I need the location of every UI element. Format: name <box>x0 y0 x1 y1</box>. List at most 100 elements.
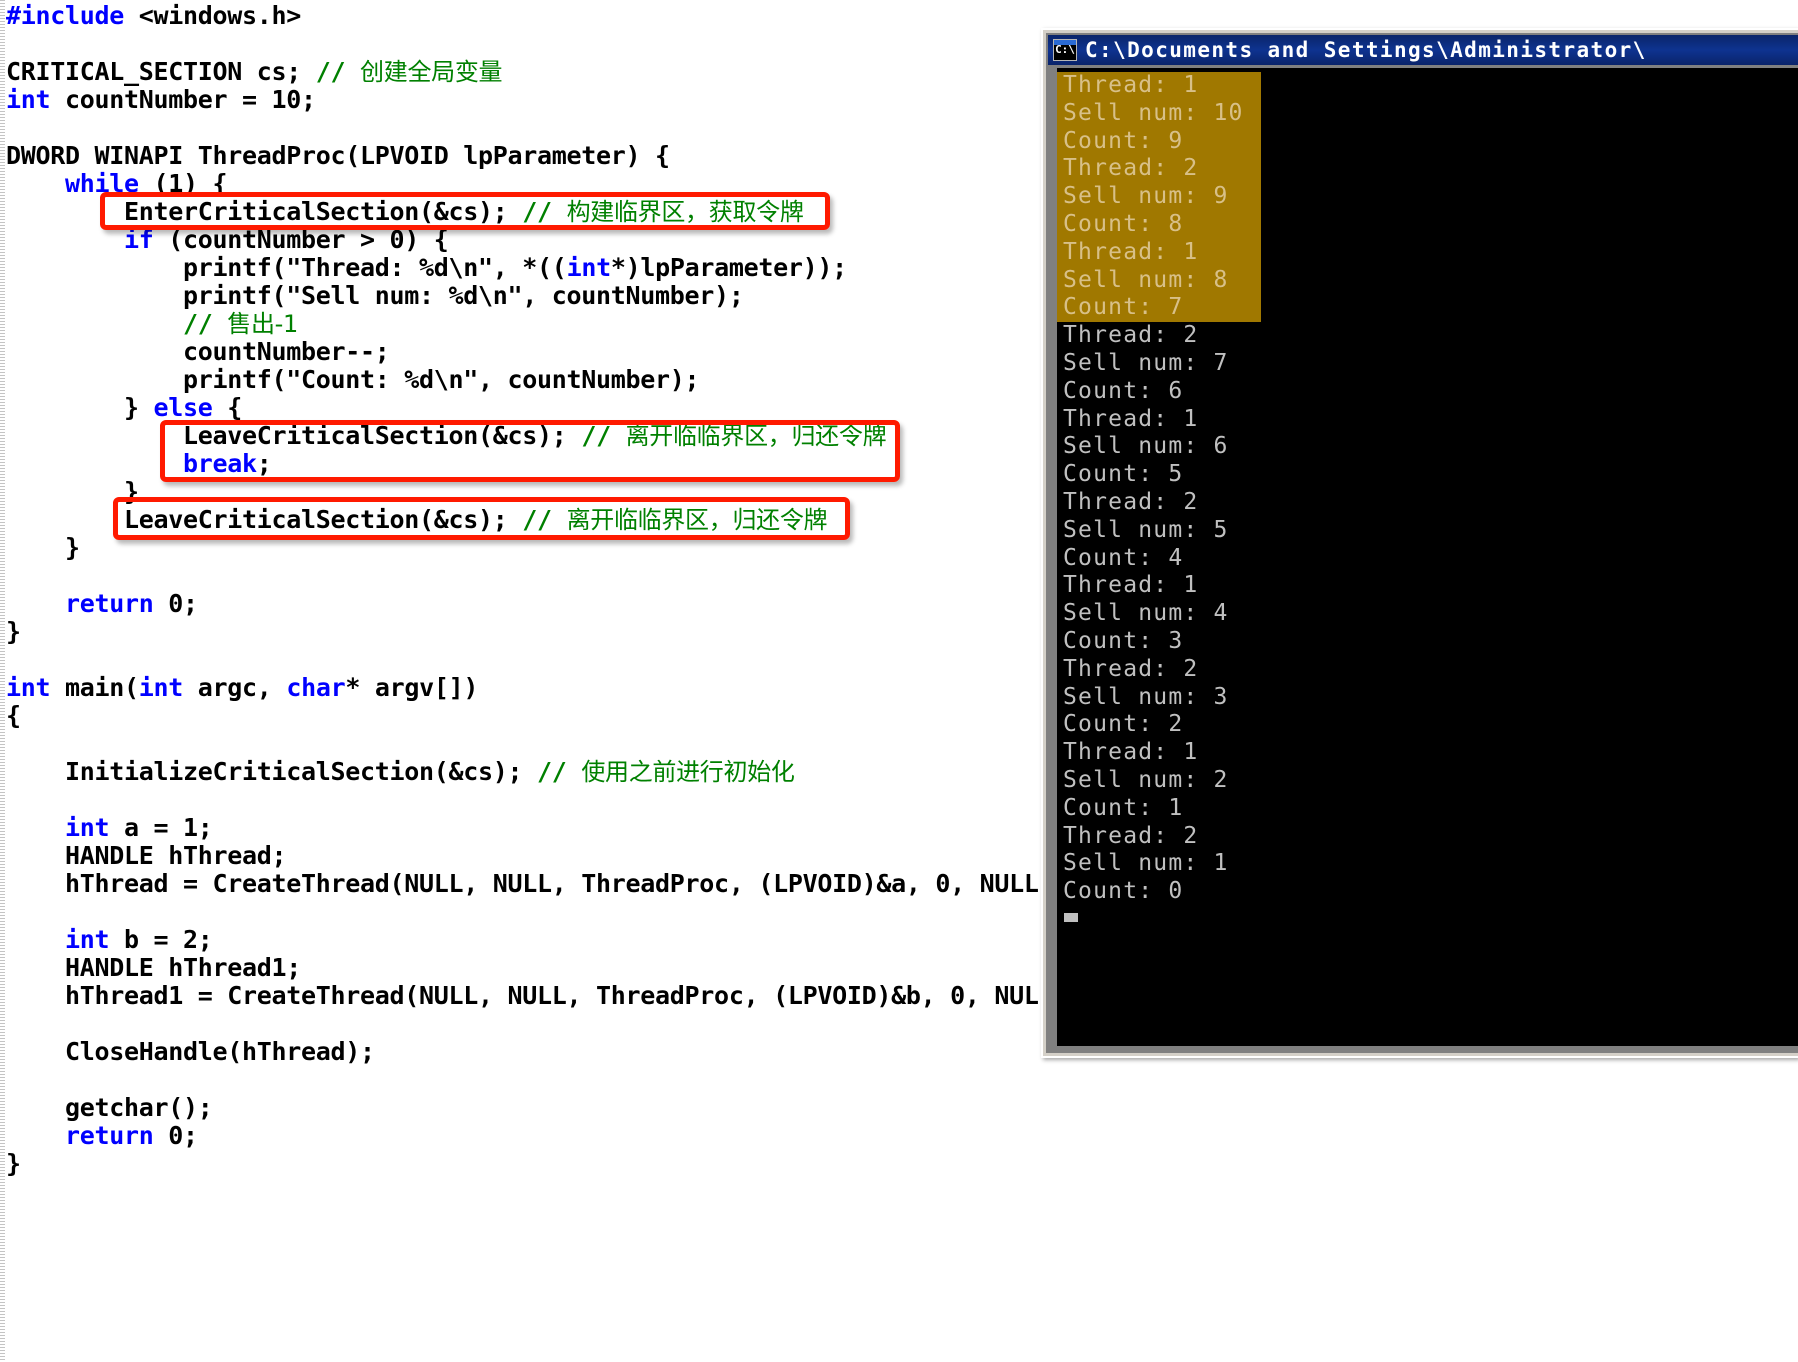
code-token: } <box>6 393 154 422</box>
console-line: Sell num: 3 <box>1063 683 1229 710</box>
console-line: Count: 4 <box>1063 544 1184 571</box>
code-token: } <box>6 477 139 506</box>
code-line: // 售出-1 <box>6 309 1038 339</box>
console-cursor <box>1064 912 1078 922</box>
code-token: int <box>566 253 612 282</box>
code-token: HANDLE hThread; <box>6 841 287 870</box>
code-line: EnterCriticalSection(&cs); // 构建临界区，获取令牌 <box>6 198 1038 227</box>
code-token: return <box>65 589 154 618</box>
code-line: break; <box>6 450 1038 478</box>
code-token: CloseHandle(hThread); <box>6 1037 375 1066</box>
code-token: *)lpParameter)); <box>610 253 847 282</box>
console-line-selected: Count: 8 <box>1057 210 1261 239</box>
code-line: int main(int argc, char* argv[]) <box>6 674 1038 702</box>
console-line: Sell num: 1 <box>1063 850 1229 877</box>
code-token: else <box>153 393 213 422</box>
console-line-selected: Count: 7 <box>1057 294 1261 323</box>
code-token: // <box>315 57 361 86</box>
code-token: int <box>65 925 110 954</box>
console-cmd-icon: C:\ <box>1053 39 1077 61</box>
console-line: Thread: 1 <box>1063 405 1199 432</box>
code-token: (1) { <box>138 169 228 198</box>
code-line: { <box>6 702 1038 730</box>
code-token: countNumber--; <box>6 337 390 366</box>
code-line: hThread1 = CreateThread(NULL, NULL, Thre… <box>6 982 1038 1010</box>
code-line: printf("Sell num: %d\n", countNumber); <box>6 282 1038 310</box>
code-token: printf("Count: %d\n", countNumber); <box>6 365 700 394</box>
console-line-selected: Thread: 2 <box>1057 155 1261 184</box>
code-token: int <box>6 85 51 114</box>
code-token: hThread1 = CreateThread(NULL, NULL, Thre… <box>6 981 1038 1010</box>
code-token: a = 1; <box>109 813 213 842</box>
console-output-area[interactable]: Thread: 1 Sell num: 10 Count: 9 Thread: 2 Se… <box>1057 68 1798 1046</box>
console-line: Thread: 2 <box>1063 822 1199 849</box>
code-token: { <box>212 393 243 422</box>
code-token: // <box>537 757 582 786</box>
code-line: return 0; <box>6 590 1038 618</box>
console-line: Count: 3 <box>1063 627 1184 654</box>
code-line: int b = 2; <box>6 926 1038 954</box>
code-token: 创建全局变量 <box>360 58 503 86</box>
code-editor-pane[interactable]: #include <windows.h> CRITICAL_SECTION cs… <box>0 0 1038 1362</box>
code-line: InitializeCriticalSection(&cs); // 使用之前进… <box>6 757 1038 787</box>
console-line-selected: Sell num: 9 <box>1057 183 1261 211</box>
code-token: CRITICAL_SECTION cs; <box>6 57 316 86</box>
code-token: DWORD WINAPI ThreadProc(LPVOID lpParamet… <box>6 141 670 170</box>
console-line: Thread: 1 <box>1063 739 1199 766</box>
code-token: <windows.h> <box>124 1 302 30</box>
console-line: Sell num: 7 <box>1063 349 1229 376</box>
code-token: // <box>522 505 567 534</box>
code-token: 离开临临界区，归还令牌 <box>625 422 887 450</box>
code-line: LeaveCriticalSection(&cs); // 离开临临界区，归还令… <box>6 505 1038 535</box>
console-line: Count: 1 <box>1063 794 1184 821</box>
code-token: while <box>65 169 139 198</box>
code-token: 使用之前进行初始化 <box>581 758 795 786</box>
code-token: } <box>6 533 80 562</box>
console-line: Count: 5 <box>1063 461 1184 488</box>
console-title-text: C:\Documents and Settings\Administrator\ <box>1085 38 1647 62</box>
console-line-selected: Sell num: 8 <box>1057 266 1261 295</box>
code-token: break <box>183 449 257 478</box>
source-code-text[interactable]: #include <windows.h> CRITICAL_SECTION cs… <box>0 2 1038 1178</box>
code-token: int <box>6 673 51 702</box>
console-line: Count: 2 <box>1063 711 1184 738</box>
code-line: } <box>6 618 1038 646</box>
code-token: 0; <box>153 589 198 618</box>
console-line: Count: 0 <box>1063 878 1184 905</box>
code-line: HANDLE hThread1; <box>6 954 1038 982</box>
code-token: // <box>581 421 626 450</box>
code-line: while (1) { <box>6 170 1038 198</box>
code-token: InitializeCriticalSection(&cs); <box>6 757 538 786</box>
code-token: } <box>6 617 21 646</box>
code-token: { <box>6 701 21 730</box>
code-token: * argv[]) <box>345 673 479 702</box>
code-line: printf("Count: %d\n", countNumber); <box>6 366 1038 394</box>
code-token: main( <box>50 673 139 702</box>
console-line: Sell num: 6 <box>1063 433 1229 460</box>
code-token: 售出-1 <box>227 310 299 338</box>
code-token: printf("Sell num: %d\n", countNumber); <box>6 281 744 310</box>
code-token: 离开临临界区，归还令牌 <box>566 506 828 534</box>
code-token: 0; <box>153 1121 198 1150</box>
console-line: Count: 6 <box>1063 377 1184 404</box>
code-token: char <box>286 673 346 702</box>
console-window[interactable]: C:\ C:\Documents and Settings\Administra… <box>1041 28 1798 1058</box>
console-titlebar[interactable]: C:\ C:\Documents and Settings\Administra… <box>1048 35 1798 65</box>
code-line: LeaveCriticalSection(&cs); // 离开临临界区，归还令… <box>6 421 1038 451</box>
code-token: // <box>183 309 228 338</box>
code-token: return <box>65 1121 154 1150</box>
console-line-selected: Thread: 1 <box>1057 72 1261 100</box>
console-line: Thread: 2 <box>1063 322 1199 349</box>
code-token: 构建临界区，获取令牌 <box>566 198 804 226</box>
